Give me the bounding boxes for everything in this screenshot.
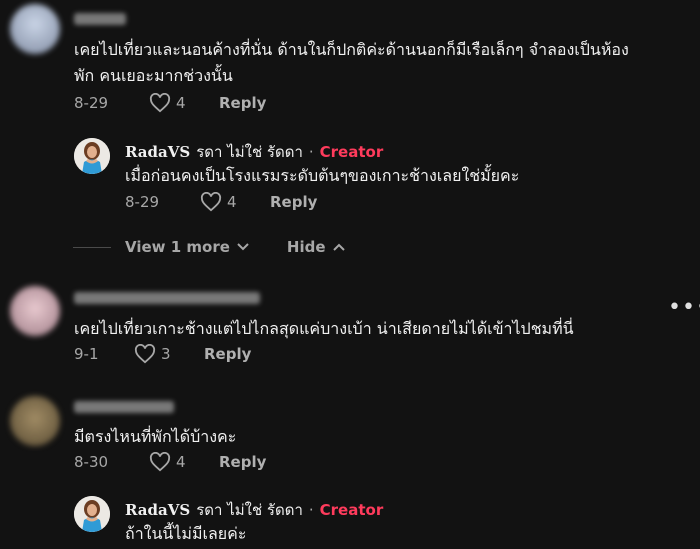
comment-text: เคยไปเที่ยวและนอนค้างที่นั่น ด้านในก็ปกต… (74, 37, 629, 89)
hide-label: Hide (286, 238, 326, 256)
like-count: 4 (176, 94, 186, 112)
creator-display-name: รดา ไม่ใช่ รัดดา (196, 501, 303, 519)
reply-text: เมื่อก่อนคงเป็นโรงแรมระดับต้นๆของเกาะช้า… (125, 166, 520, 185)
like-count: 4 (176, 453, 186, 471)
reply-button[interactable]: Reply (219, 94, 266, 112)
creator-badge: Creator (319, 501, 384, 519)
reply-header: RadaVS รดา ไม่ใช่ รัดดา · Creator (125, 140, 383, 164)
separator-dot: · (308, 143, 314, 161)
comment-meta: 8-29 4 Reply (74, 93, 266, 113)
comment-date: 9-1 (74, 345, 99, 363)
reply-meta: 8-29 4 Reply (125, 192, 317, 212)
creator-display-name: รดา ไม่ใช่ รัดดา (196, 143, 303, 161)
chevron-up-icon (332, 243, 345, 251)
like-button[interactable]: 4 (200, 192, 270, 212)
creator-photo-icon (74, 138, 110, 174)
creator-username[interactable]: RadaVS (125, 501, 190, 519)
username-blurred[interactable] (74, 13, 126, 25)
hide-button[interactable]: Hide (287, 238, 345, 256)
creator-badge: Creator (319, 143, 384, 161)
creator-avatar[interactable] (74, 496, 110, 532)
reply-button[interactable]: Reply (270, 193, 317, 211)
chevron-down-icon (237, 243, 249, 251)
comment-meta: 9-1 3 Reply (74, 344, 251, 364)
comment-text: เคยไปเที่ยวเกาะช้างแต่ไปไกลสุดแค่บางเบ้า… (74, 319, 574, 338)
heart-icon (149, 93, 171, 113)
reply-text: ถ้าในนี้ไม่มีเลยค่ะ (125, 524, 247, 543)
comment-text: มีตรงไหนที่พักได้บ้างคะ (74, 427, 237, 446)
comment-text-line: พัก คนเยอะมากช่วงนั้น (74, 66, 233, 85)
like-button[interactable]: 3 (134, 344, 204, 364)
reply-button[interactable]: Reply (204, 345, 251, 363)
view-more-button[interactable]: View 1 more (125, 238, 249, 256)
heart-icon (149, 452, 171, 472)
comment-date: 8-29 (74, 94, 109, 112)
avatar[interactable] (10, 4, 60, 54)
separator-dot: · (308, 501, 314, 519)
like-count: 4 (227, 193, 237, 211)
username-blurred[interactable] (74, 292, 260, 304)
divider (73, 246, 111, 248)
heart-icon (200, 192, 222, 212)
creator-photo-icon (74, 496, 110, 532)
creator-avatar[interactable] (74, 138, 110, 174)
view-more-label: View 1 more (125, 238, 230, 256)
comment-text-line: เคยไปเที่ยวและนอนค้างที่นั่น ด้านในก็ปกต… (74, 40, 629, 59)
thread-controls: View 1 more Hide (73, 238, 345, 256)
creator-username[interactable]: RadaVS (125, 143, 190, 161)
like-count: 3 (161, 345, 171, 363)
reply-button[interactable]: Reply (219, 453, 266, 471)
more-options-icon[interactable]: ••• (668, 295, 700, 320)
comment-meta: 8-30 4 Reply (74, 452, 266, 472)
reply-date: 8-29 (125, 193, 160, 211)
heart-icon (134, 344, 156, 364)
avatar[interactable] (10, 396, 60, 446)
reply-header: RadaVS รดา ไม่ใช่ รัดดา · Creator (125, 498, 383, 522)
comment-date: 8-30 (74, 453, 109, 471)
username-blurred[interactable] (74, 401, 174, 413)
like-button[interactable]: 4 (149, 452, 219, 472)
avatar[interactable] (10, 286, 60, 336)
like-button[interactable]: 4 (149, 93, 219, 113)
